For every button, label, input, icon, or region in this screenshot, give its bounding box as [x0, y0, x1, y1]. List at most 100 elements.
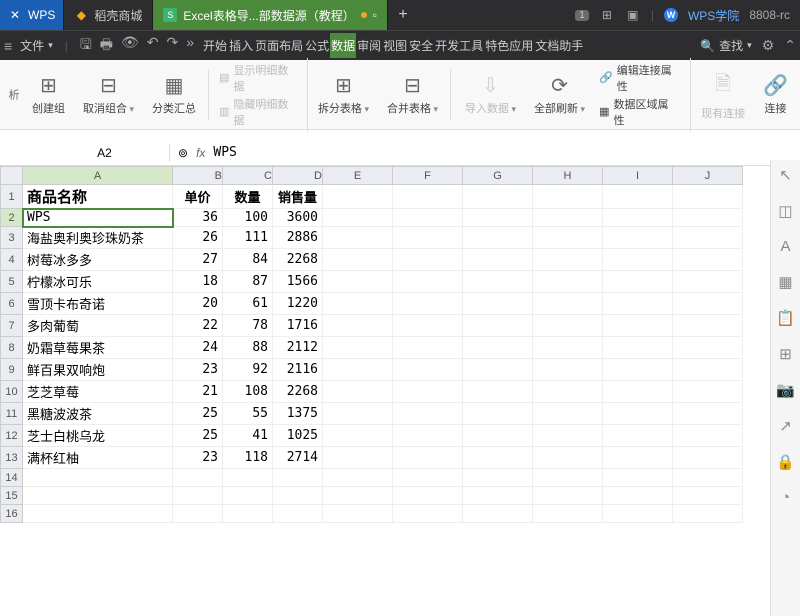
- cell-G2[interactable]: [463, 209, 533, 227]
- cell-H16[interactable]: [533, 505, 603, 523]
- cell-I6[interactable]: [603, 293, 673, 315]
- cell-I14[interactable]: [603, 469, 673, 487]
- cell-B8[interactable]: 24: [173, 337, 223, 359]
- cell-D8[interactable]: 2112: [273, 337, 323, 359]
- cell-H12[interactable]: [533, 425, 603, 447]
- cell-A13[interactable]: 满杯红柚: [23, 447, 173, 469]
- cell-E3[interactable]: [323, 227, 393, 249]
- cell-F5[interactable]: [393, 271, 463, 293]
- row-header-5[interactable]: 5: [1, 271, 23, 293]
- cell-A11[interactable]: 黑糖波波茶: [23, 403, 173, 425]
- cell-C10[interactable]: 108: [223, 381, 273, 403]
- share-icon[interactable]: ↗: [779, 417, 792, 435]
- row-header-8[interactable]: 8: [1, 337, 23, 359]
- more-icon[interactable]: »: [186, 34, 194, 58]
- cell-I4[interactable]: [603, 249, 673, 271]
- camera-icon[interactable]: 📷: [776, 381, 795, 399]
- row-header-13[interactable]: 13: [1, 447, 23, 469]
- col-header-C[interactable]: C: [223, 167, 273, 185]
- cell-F2[interactable]: [393, 209, 463, 227]
- row-header-6[interactable]: 6: [1, 293, 23, 315]
- menu-item-7[interactable]: 安全: [408, 33, 434, 58]
- cell-D12[interactable]: 1025: [273, 425, 323, 447]
- cell-D14[interactable]: [273, 469, 323, 487]
- row-header-1[interactable]: 1: [1, 185, 23, 209]
- cell-B2[interactable]: 36: [173, 209, 223, 227]
- cell-I15[interactable]: [603, 487, 673, 505]
- cell-A5[interactable]: 柠檬冰可乐: [23, 271, 173, 293]
- sheet[interactable]: ABCDEFGHIJ1商品名称单价数量销售量2WPS3610036003海盐奥利…: [0, 166, 800, 616]
- cell-J7[interactable]: [673, 315, 743, 337]
- cell-B9[interactable]: 23: [173, 359, 223, 381]
- cell-E6[interactable]: [323, 293, 393, 315]
- cell-E9[interactable]: [323, 359, 393, 381]
- cell-I11[interactable]: [603, 403, 673, 425]
- cell-A15[interactable]: [23, 487, 173, 505]
- cell-C16[interactable]: [223, 505, 273, 523]
- cell-A3[interactable]: 海盐奥利奥珍珠奶茶: [23, 227, 173, 249]
- select-icon[interactable]: ◫: [778, 202, 792, 220]
- cell-H7[interactable]: [533, 315, 603, 337]
- cell-H1[interactable]: [533, 185, 603, 209]
- row-header-10[interactable]: 10: [1, 381, 23, 403]
- cell-B3[interactable]: 26: [173, 227, 223, 249]
- cell-A1[interactable]: 商品名称: [23, 185, 173, 209]
- cell-C3[interactable]: 111: [223, 227, 273, 249]
- menu-item-6[interactable]: 视图: [382, 33, 408, 58]
- cell-H6[interactable]: [533, 293, 603, 315]
- cell-A10[interactable]: 芝芝草莓: [23, 381, 173, 403]
- print-icon[interactable]: 🖶: [100, 34, 113, 58]
- cell-A6[interactable]: 雪顶卡布奇诺: [23, 293, 173, 315]
- col-header-E[interactable]: E: [323, 167, 393, 185]
- cell-B13[interactable]: 23: [173, 447, 223, 469]
- cell-H8[interactable]: [533, 337, 603, 359]
- cell-A7[interactable]: 多肉葡萄: [23, 315, 173, 337]
- cell-F1[interactable]: [393, 185, 463, 209]
- cell-B10[interactable]: 21: [173, 381, 223, 403]
- ribbon-split-table[interactable]: ⊞ 拆分表格: [310, 69, 377, 120]
- help-icon[interactable]: ◔: [781, 489, 790, 506]
- font-icon[interactable]: A: [780, 238, 790, 255]
- cell-J8[interactable]: [673, 337, 743, 359]
- cell-B11[interactable]: 25: [173, 403, 223, 425]
- cell-I7[interactable]: [603, 315, 673, 337]
- preview-icon[interactable]: 👁: [121, 34, 139, 58]
- table-icon[interactable]: ▦: [778, 273, 792, 291]
- cell-D10[interactable]: 2268: [273, 381, 323, 403]
- select-all-corner[interactable]: [1, 167, 23, 185]
- cell-I10[interactable]: [603, 381, 673, 403]
- cell-B5[interactable]: 18: [173, 271, 223, 293]
- cell-J3[interactable]: [673, 227, 743, 249]
- search-button[interactable]: 🔍 查找 ▾: [700, 37, 752, 54]
- cell-I5[interactable]: [603, 271, 673, 293]
- ribbon-create-group[interactable]: ⊞ 创建组: [24, 69, 73, 120]
- row-header-11[interactable]: 11: [1, 403, 23, 425]
- cell-H15[interactable]: [533, 487, 603, 505]
- row-header-16[interactable]: 16: [1, 505, 23, 523]
- cell-H9[interactable]: [533, 359, 603, 381]
- menu-hamburger-icon[interactable]: ≡: [4, 38, 12, 54]
- tab-store[interactable]: ◆ 稻壳商城: [64, 0, 153, 30]
- cell-J9[interactable]: [673, 359, 743, 381]
- cell-I9[interactable]: [603, 359, 673, 381]
- cell-A4[interactable]: 树莓冰多多: [23, 249, 173, 271]
- cell-C11[interactable]: 55: [223, 403, 273, 425]
- cell-A14[interactable]: [23, 469, 173, 487]
- cell-F13[interactable]: [393, 447, 463, 469]
- col-header-D[interactable]: D: [273, 167, 323, 185]
- cell-I12[interactable]: [603, 425, 673, 447]
- cell-B4[interactable]: 27: [173, 249, 223, 271]
- cell-J4[interactable]: [673, 249, 743, 271]
- new-tab-button[interactable]: +: [388, 6, 418, 24]
- cell-D11[interactable]: 1375: [273, 403, 323, 425]
- tab-document[interactable]: S Excel表格导...部数据源（教程） ▫: [153, 0, 388, 30]
- cell-I13[interactable]: [603, 447, 673, 469]
- ribbon-connections[interactable]: 🔗 连接: [755, 69, 796, 120]
- row-header-14[interactable]: 14: [1, 469, 23, 487]
- cell-A2[interactable]: WPS: [23, 209, 173, 227]
- cell-J12[interactable]: [673, 425, 743, 447]
- cell-C6[interactable]: 61: [223, 293, 273, 315]
- cell-G8[interactable]: [463, 337, 533, 359]
- cell-D5[interactable]: 1566: [273, 271, 323, 293]
- cell-F4[interactable]: [393, 249, 463, 271]
